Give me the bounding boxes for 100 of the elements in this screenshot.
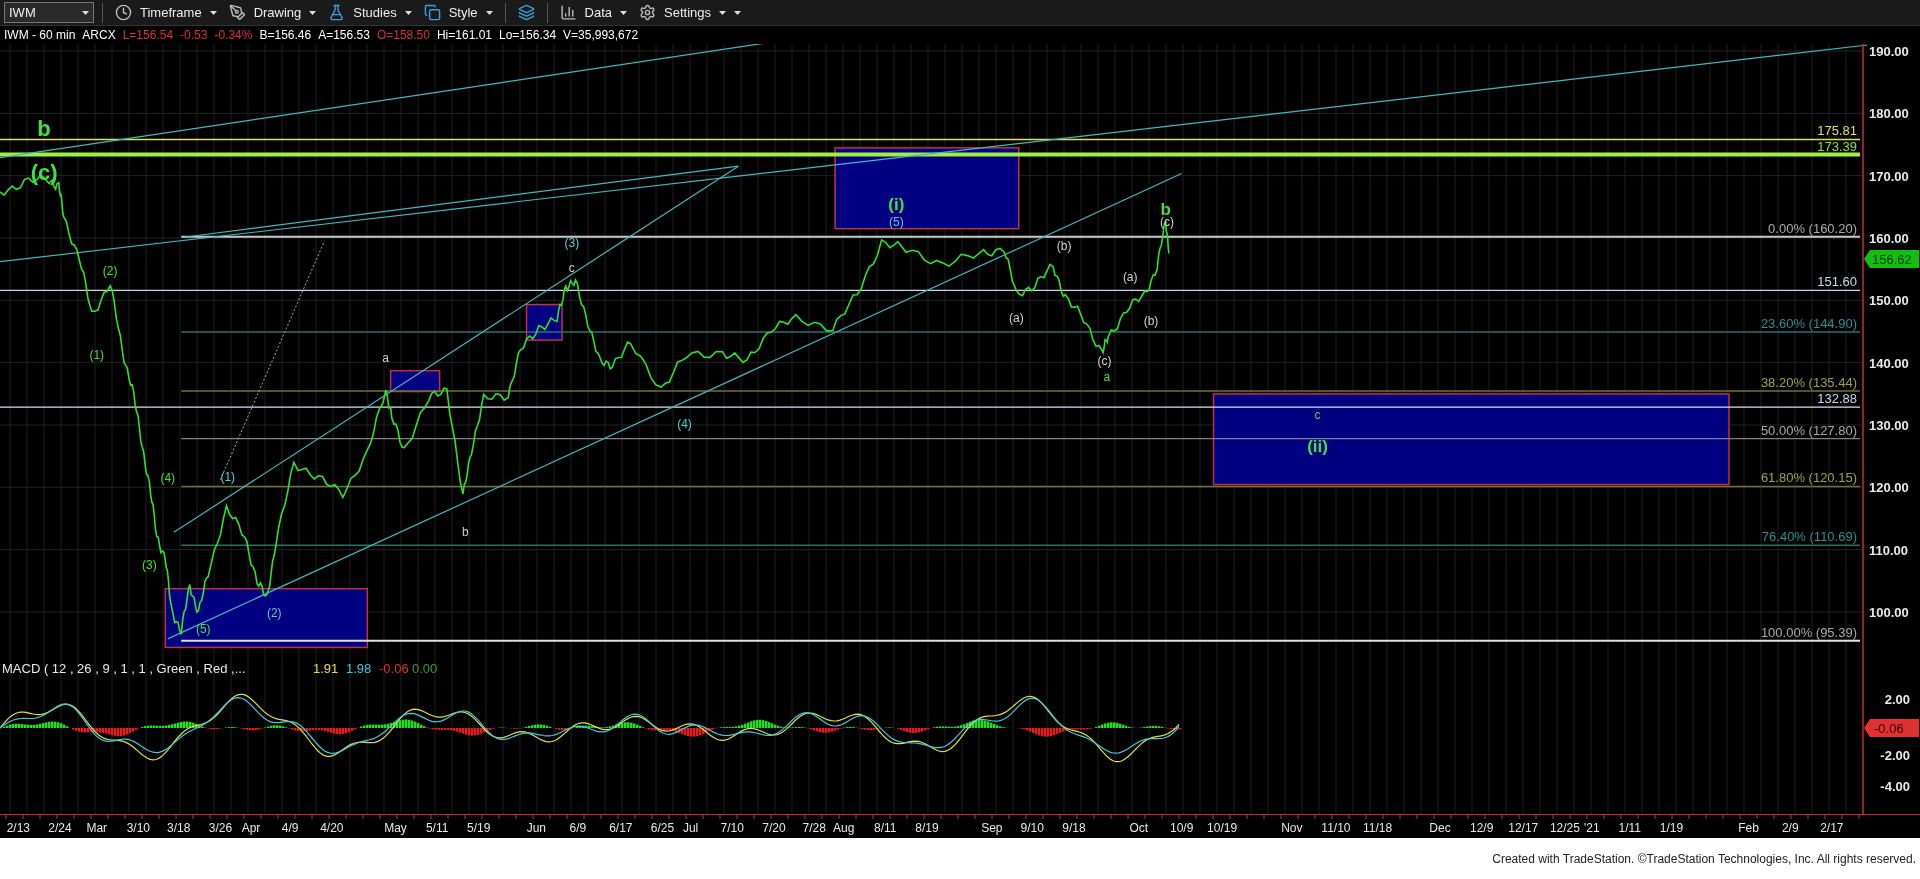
wave-label: (a) bbox=[1122, 270, 1138, 285]
date-label: 6/17 bbox=[609, 821, 633, 835]
wave-label: (c) bbox=[30, 160, 58, 186]
wave-label: (2) bbox=[102, 264, 118, 279]
date-label: 11/18 bbox=[1363, 821, 1393, 835]
wave-label: (b) bbox=[1056, 238, 1072, 253]
level-label: 175.81 bbox=[1817, 123, 1857, 139]
wave-label: (3) bbox=[564, 236, 580, 251]
macd-value: -0.06 bbox=[379, 661, 409, 676]
level-label: 100.00% (95.39) bbox=[1760, 624, 1857, 640]
price-tag: 156.62 bbox=[1864, 250, 1919, 269]
date-label: Mar bbox=[86, 821, 108, 835]
level-label: 61.80% (120.15) bbox=[1760, 470, 1857, 486]
date-label: 7/10 bbox=[720, 821, 744, 835]
level-label: 76.40% (110.69) bbox=[1761, 529, 1857, 545]
date-label: Nov bbox=[1281, 821, 1303, 835]
date-label: 12/17 bbox=[1508, 821, 1539, 835]
axis-label: 2.00 bbox=[1884, 692, 1910, 707]
date-label: 4/20 bbox=[320, 821, 344, 835]
quote-field: Hi=161.01 bbox=[436, 26, 492, 44]
date-label: 3/10 bbox=[126, 821, 151, 835]
wave-label: (5) bbox=[195, 621, 211, 636]
date-label: 11/10 bbox=[1321, 821, 1351, 835]
wave-label: (ii) bbox=[1307, 437, 1328, 457]
axis-label: 180.00 bbox=[1869, 106, 1909, 122]
toolbar-menu[interactable]: Style bbox=[419, 1, 497, 24]
toolbar-menu[interactable]: Timeframe bbox=[111, 1, 221, 24]
axis-label: 140.00 bbox=[1869, 355, 1909, 371]
date-label: Aug bbox=[833, 821, 855, 835]
axis-label: 190.00 bbox=[1869, 44, 1909, 59]
wave-label: (4) bbox=[160, 471, 176, 486]
date-label: Dec bbox=[1429, 821, 1451, 835]
macd-value: 1.91 bbox=[313, 661, 339, 676]
level-label: 50.00% (127.80) bbox=[1760, 422, 1857, 438]
wave-label: b bbox=[37, 116, 51, 142]
wave-label: (4) bbox=[677, 417, 692, 432]
date-label: 10/9 bbox=[1169, 821, 1194, 835]
date-label: 12/25 bbox=[1549, 821, 1580, 835]
date-label: 2/24 bbox=[48, 821, 72, 835]
copyright-text: Created with TradeStation. ©TradeStation Technologies, Inc. All rights reserved. bbox=[1492, 850, 1916, 868]
date-label: 8/19 bbox=[915, 821, 939, 835]
level-label: 23.60% (144.90) bbox=[1760, 316, 1857, 332]
macd-value: 1.98 bbox=[346, 661, 372, 676]
macd-value: 0.00 bbox=[412, 661, 438, 676]
wave-label: (b) bbox=[1143, 314, 1159, 329]
date-label: 10/19 bbox=[1207, 821, 1238, 835]
date-label: 9/18 bbox=[1062, 821, 1086, 835]
date-label: 2/9 bbox=[1781, 821, 1799, 835]
date-label: '21 bbox=[1584, 821, 1600, 835]
wave-label: (i) bbox=[888, 194, 905, 214]
level-label: 38.20% (135.44) bbox=[1760, 375, 1857, 391]
toolbar-menu[interactable]: Studies bbox=[324, 1, 416, 24]
level-label: 151.60 bbox=[1817, 274, 1857, 290]
date-label: Jun bbox=[526, 821, 546, 835]
date-label: May bbox=[384, 821, 407, 835]
quote-field: -0.53 bbox=[180, 26, 208, 44]
quote-field: A=156.53 bbox=[318, 26, 370, 44]
quote-field: V=35,993,672 bbox=[563, 26, 639, 44]
axis-label: -2.00 bbox=[1880, 748, 1910, 763]
symbol-dropdown[interactable]: IWM bbox=[4, 2, 94, 23]
axis-label: 150.00 bbox=[1869, 293, 1909, 309]
wave-label: (3) bbox=[142, 558, 157, 573]
wave-label: (2) bbox=[266, 605, 282, 620]
date-label: 7/28 bbox=[802, 821, 826, 835]
axis-label: 110.00 bbox=[1869, 542, 1909, 558]
date-label: 6/25 bbox=[650, 821, 675, 835]
date-label: 5/19 bbox=[467, 821, 491, 835]
toolbar-menu[interactable]: Settings bbox=[635, 1, 731, 24]
date-label: 2/17 bbox=[1820, 821, 1844, 835]
wave-label: (1) bbox=[220, 470, 236, 484]
axis-label: 160.00 bbox=[1869, 231, 1909, 246]
date-label: 9/10 bbox=[1020, 821, 1044, 835]
toolbar-menu[interactable]: Data bbox=[555, 1, 632, 24]
date-label: 4/9 bbox=[281, 821, 299, 835]
date-label: 12/9 bbox=[1469, 821, 1494, 835]
axis-label: -4.00 bbox=[1880, 779, 1910, 794]
level-label: 132.88 bbox=[1817, 391, 1857, 407]
quote-field: IWM - 60 min bbox=[4, 26, 76, 44]
date-label: 6/9 bbox=[569, 821, 587, 835]
wave-label: (5) bbox=[889, 215, 904, 230]
date-label: 2/13 bbox=[6, 821, 31, 835]
wave-label: c bbox=[568, 260, 575, 275]
quote-field: B=156.46 bbox=[259, 26, 312, 44]
axis-label: 130.00 bbox=[1869, 418, 1909, 433]
date-label: Apr bbox=[241, 821, 261, 835]
wave-label: (c) bbox=[1159, 215, 1174, 230]
date-label: Oct bbox=[1129, 821, 1149, 835]
wave-label: (c) bbox=[1097, 353, 1112, 368]
quote-field: L=156.54 bbox=[122, 26, 174, 44]
date-label: 3/26 bbox=[208, 821, 233, 835]
date-label: Sep bbox=[981, 821, 1003, 835]
toolbar-menu[interactable]: Drawing bbox=[224, 1, 321, 24]
date-label: 1/19 bbox=[1659, 821, 1684, 835]
wave-label: c bbox=[1314, 407, 1321, 422]
date-label: 8/11 bbox=[874, 821, 897, 835]
quote-field: -0.34% bbox=[214, 26, 253, 44]
date-label: 3/18 bbox=[167, 821, 191, 835]
wave-label: (1) bbox=[89, 347, 105, 362]
wave-label: b bbox=[461, 525, 469, 540]
date-label: 1/11 bbox=[1618, 821, 1642, 835]
